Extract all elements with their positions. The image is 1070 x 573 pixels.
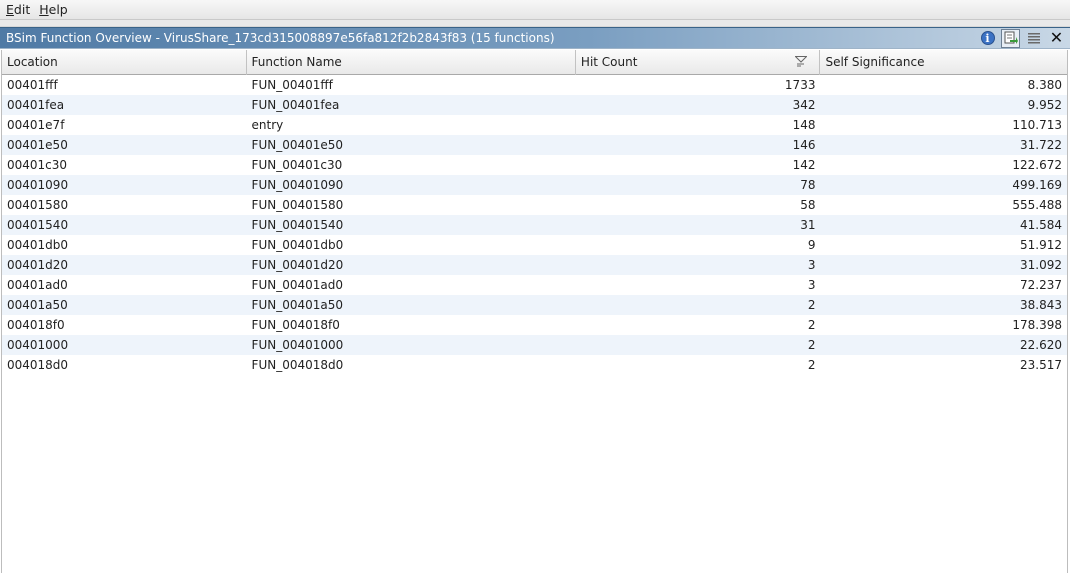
cell-function-name: FUN_00401c30: [251, 158, 343, 172]
cell-hit-count: 3: [807, 258, 816, 272]
cell-function-name: FUN_00401e50: [251, 138, 344, 152]
cell-self-significance: 110.713: [1012, 118, 1062, 132]
cell-location: 004018f0: [7, 318, 65, 332]
window-title-bar: BSim Function Overview - VirusShare_173c…: [0, 27, 1070, 49]
info-icon[interactable]: i: [978, 29, 997, 48]
cell-hit-count: 31: [800, 218, 816, 232]
table-row[interactable]: 00401e50 FUN_00401e50 146 31.722: [2, 135, 1067, 155]
column-header-hit-count[interactable]: Hit Count: [576, 50, 821, 75]
cell-hit-count: 2: [807, 318, 816, 332]
cell-function-name: FUN_00401090: [251, 178, 344, 192]
cell-hit-count: 342: [792, 98, 816, 112]
cell-location: 00401ad0: [7, 278, 68, 292]
cell-function-name: entry: [251, 118, 284, 132]
column-header-self-significance[interactable]: Self Significance: [820, 50, 1067, 75]
cell-function-name: FUN_00401fff: [251, 78, 333, 92]
cell-hit-count: 58: [800, 198, 816, 212]
cell-location: 004018d0: [7, 358, 69, 372]
cell-self-significance: 23.517: [1020, 358, 1062, 372]
cell-self-significance: 178.398: [1012, 318, 1062, 332]
cell-hit-count: 148: [792, 118, 816, 132]
cell-function-name: FUN_004018f0: [251, 318, 340, 332]
cell-function-name: FUN_00401000: [251, 338, 344, 352]
cell-hit-count: 142: [792, 158, 816, 172]
table-header: Location Function Name Hit Count Self Si…: [2, 50, 1067, 75]
cell-hit-count: 146: [792, 138, 816, 152]
cell-hit-count: 2: [807, 358, 816, 372]
cell-hit-count: 1733: [784, 78, 816, 92]
cell-self-significance: 41.584: [1020, 218, 1062, 232]
cell-self-significance: 9.952: [1027, 98, 1062, 112]
toolbar-strip: [0, 20, 1070, 27]
table-row[interactable]: 00401000 FUN_00401000 2 22.620: [2, 335, 1067, 355]
column-header-location[interactable]: Location: [2, 50, 247, 75]
cell-self-significance: 38.843: [1020, 298, 1062, 312]
cell-hit-count: 78: [800, 178, 816, 192]
close-icon[interactable]: ✕: [1047, 29, 1066, 48]
table-row[interactable]: 00401fff FUN_00401fff 1733 8.380: [2, 75, 1067, 95]
cell-function-name: FUN_00401580: [251, 198, 344, 212]
menu-edit[interactable]: Edit: [0, 2, 33, 18]
table-row[interactable]: 00401fea FUN_00401fea 342 9.952: [2, 95, 1067, 115]
cell-location: 00401e7f: [7, 118, 65, 132]
cell-location: 00401db0: [7, 238, 69, 252]
window-title: BSim Function Overview - VirusShare_173c…: [6, 31, 555, 45]
cell-hit-count: 2: [807, 338, 816, 352]
table-row[interactable]: 00401d20 FUN_00401d20 3 31.092: [2, 255, 1067, 275]
cell-function-name: FUN_00401a50: [251, 298, 344, 312]
table-row[interactable]: 00401c30 FUN_00401c30 142 122.672: [2, 155, 1067, 175]
cell-hit-count: 3: [807, 278, 816, 292]
cell-location: 00401d20: [7, 258, 69, 272]
cell-self-significance: 72.237: [1020, 278, 1062, 292]
table-row[interactable]: 00401db0 FUN_00401db0 9 51.912: [2, 235, 1067, 255]
cell-location: 00401e50: [7, 138, 68, 152]
cell-location: 00401000: [7, 338, 69, 352]
cell-function-name: FUN_004018d0: [251, 358, 344, 372]
function-table: Location Function Name Hit Count Self Si…: [1, 50, 1068, 573]
table-row[interactable]: 00401a50 FUN_00401a50 2 38.843: [2, 295, 1067, 315]
cell-location: 00401a50: [7, 298, 68, 312]
cell-function-name: FUN_00401db0: [251, 238, 344, 252]
cell-self-significance: 555.488: [1012, 198, 1062, 212]
table-row[interactable]: 004018d0 FUN_004018d0 2 23.517: [2, 355, 1067, 375]
table-body: 00401fff FUN_00401fff 1733 8.380 00401fea FUN…: [2, 75, 1067, 375]
cell-self-significance: 31.092: [1020, 258, 1062, 272]
cell-self-significance: 51.912: [1020, 238, 1062, 252]
cell-location: 00401c30: [7, 158, 68, 172]
cell-function-name: FUN_00401540: [251, 218, 344, 232]
cell-location: 00401fea: [7, 98, 65, 112]
cell-location: 00401fff: [7, 78, 58, 92]
cell-location: 00401580: [7, 198, 69, 212]
cell-self-significance: 8.380: [1027, 78, 1062, 92]
table-row[interactable]: 00401ad0 FUN_00401ad0 3 72.237: [2, 275, 1067, 295]
table-row[interactable]: 00401090 FUN_00401090 78 499.169: [2, 175, 1067, 195]
column-header-label: Hit Count: [580, 55, 638, 69]
cell-self-significance: 31.722: [1020, 138, 1062, 152]
cell-self-significance: 499.169: [1012, 178, 1062, 192]
cell-self-significance: 122.672: [1012, 158, 1062, 172]
table-row[interactable]: 00401540 FUN_00401540 31 41.584: [2, 215, 1067, 235]
cell-hit-count: 2: [807, 298, 816, 312]
table-row[interactable]: 00401580 FUN_00401580 58 555.488: [2, 195, 1067, 215]
sort-descending-icon: [795, 56, 808, 67]
cell-hit-count: 9: [807, 238, 816, 252]
column-header-function-name[interactable]: Function Name: [247, 50, 576, 75]
list-options-icon[interactable]: [1024, 29, 1043, 48]
cell-function-name: FUN_00401d20: [251, 258, 344, 272]
select-functions-icon[interactable]: [1001, 28, 1020, 48]
cell-location: 00401090: [7, 178, 69, 192]
menu-bar: Edit Help: [0, 0, 1070, 20]
cell-function-name: FUN_00401fea: [251, 98, 340, 112]
cell-function-name: FUN_00401ad0: [251, 278, 343, 292]
table-row[interactable]: 00401e7f entry 148 110.713: [2, 115, 1067, 135]
cell-self-significance: 22.620: [1020, 338, 1062, 352]
cell-location: 00401540: [7, 218, 69, 232]
menu-help[interactable]: Help: [33, 2, 71, 18]
table-row[interactable]: 004018f0 FUN_004018f0 2 178.398: [2, 315, 1067, 335]
